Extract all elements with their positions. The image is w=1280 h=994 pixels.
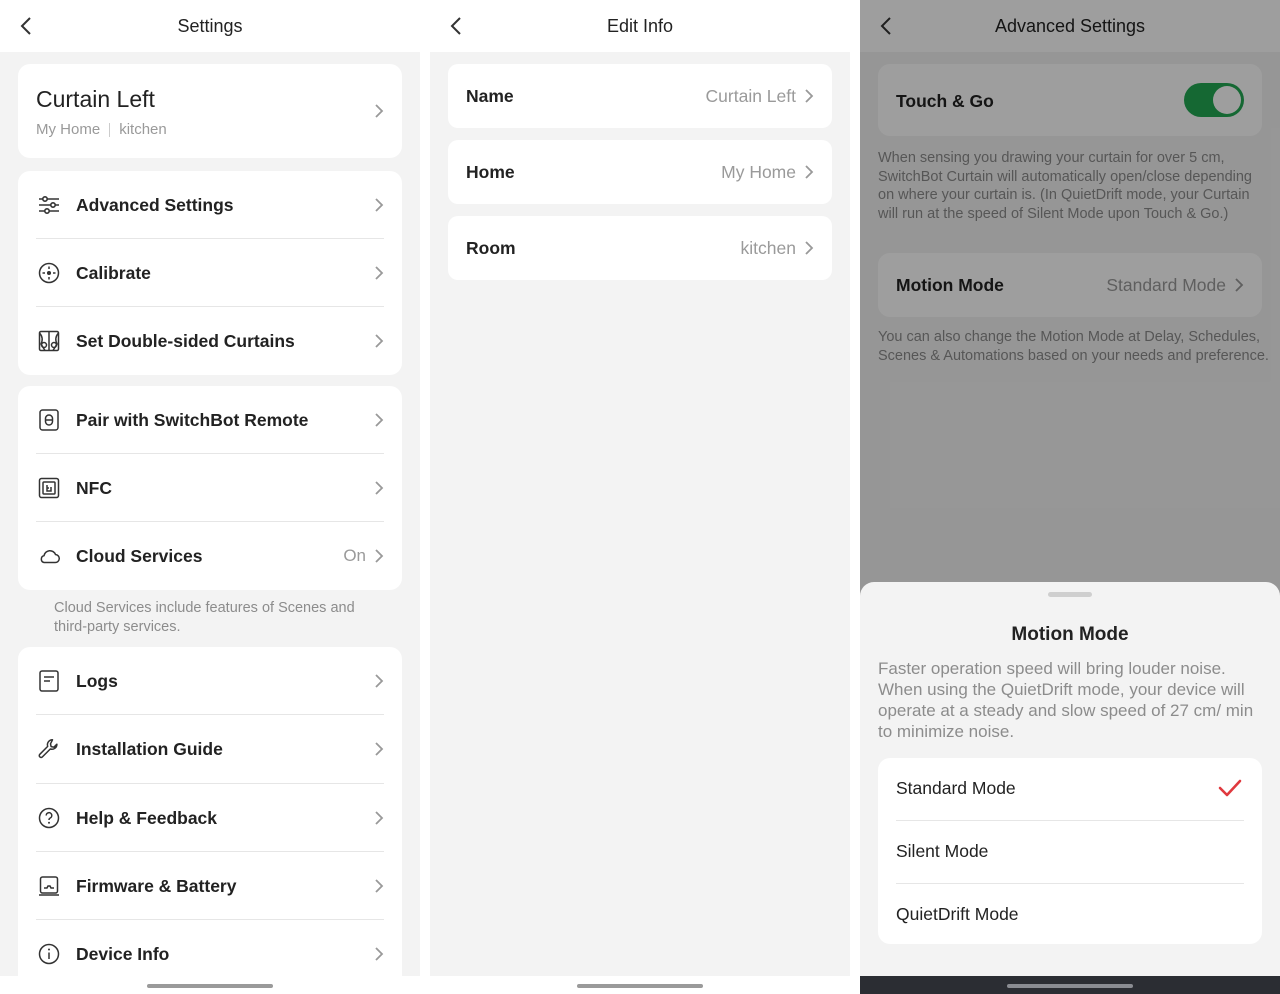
- chevron-right-icon: [375, 742, 384, 756]
- edit-info-screen: Edit Info Name Curtain Left Home My Home…: [430, 0, 850, 994]
- calibrate-icon: [38, 262, 60, 284]
- nfc-icon: [38, 477, 60, 499]
- cloud-status-value: On: [343, 546, 366, 565]
- firmware-icon: [39, 876, 59, 896]
- chevron-right-icon: [375, 198, 384, 212]
- help-icon: [38, 807, 60, 829]
- settings-screen: Settings Curtain Left My Home kitchen Ad…: [0, 0, 420, 994]
- checkmark-icon: [1218, 779, 1242, 797]
- room-row[interactable]: Room kitchen: [448, 216, 832, 280]
- chevron-right-icon: [805, 241, 814, 255]
- chevron-right-icon: [375, 266, 384, 280]
- option-quietdrift-mode[interactable]: QuietDrift Mode: [878, 884, 1262, 946]
- cloud-icon: [40, 549, 60, 564]
- home-indicator[interactable]: [577, 984, 703, 988]
- row-label: NFC: [76, 477, 112, 498]
- home-indicator[interactable]: [1007, 984, 1133, 988]
- calibrate-row[interactable]: Calibrate: [18, 239, 402, 307]
- double-sided-curtains-row[interactable]: Set Double-sided Curtains: [18, 307, 402, 375]
- wrench-icon: [38, 739, 58, 759]
- option-silent-mode[interactable]: Silent Mode: [878, 821, 1262, 883]
- page-title: Settings: [177, 15, 243, 36]
- room-value: kitchen: [740, 238, 796, 258]
- chevron-right-icon: [805, 89, 814, 103]
- nfc-row[interactable]: NFC: [18, 454, 402, 522]
- row-label: Help & Feedback: [76, 807, 218, 828]
- back-icon[interactable]: [446, 16, 466, 36]
- remote-icon: [39, 409, 59, 431]
- installation-guide-row[interactable]: Installation Guide: [18, 715, 402, 783]
- chevron-right-icon: [805, 165, 814, 179]
- name-value: Curtain Left: [705, 86, 796, 106]
- advanced-settings-screen: Advanced Settings Touch & Go When sensin…: [860, 0, 1280, 994]
- firmware-battery-row[interactable]: Firmware & Battery: [18, 852, 402, 920]
- separator: [109, 122, 111, 137]
- logs-icon: [39, 670, 59, 692]
- row-label: Home: [466, 162, 515, 182]
- row-label: Advanced Settings: [76, 194, 234, 215]
- option-label: QuietDrift Mode: [896, 904, 1019, 924]
- motion-mode-options: Standard Mode Silent Mode QuietDrift Mod…: [878, 758, 1262, 944]
- cloud-services-note: Cloud Services include features of Scene…: [54, 600, 355, 635]
- row-label: Firmware & Battery: [76, 875, 237, 896]
- motion-mode-sheet: Motion Mode Faster operation speed will …: [860, 582, 1280, 976]
- device-room: kitchen: [119, 121, 167, 138]
- home-indicator[interactable]: [147, 984, 273, 988]
- home-value: My Home: [721, 162, 796, 182]
- chevron-right-icon: [375, 879, 384, 893]
- info-icon: [38, 943, 60, 965]
- logs-row[interactable]: Logs: [18, 647, 402, 715]
- option-label: Standard Mode: [896, 778, 1016, 798]
- sheet-description: Faster operation speed will bring louder…: [878, 659, 1254, 741]
- gap: [850, 0, 860, 994]
- row-label: Name: [466, 86, 514, 106]
- chevron-right-icon: [375, 947, 384, 961]
- chevron-right-icon: [375, 811, 384, 825]
- sheet-drag-handle[interactable]: [1048, 592, 1092, 597]
- chevron-right-icon: [375, 334, 384, 348]
- help-feedback-row[interactable]: Help & Feedback: [18, 784, 402, 852]
- row-label: Set Double-sided Curtains: [76, 330, 295, 351]
- page-title: Edit Info: [606, 15, 674, 36]
- chevron-right-icon: [375, 413, 384, 427]
- back-icon[interactable]: [16, 16, 36, 36]
- sliders-icon: [39, 195, 59, 215]
- option-standard-mode[interactable]: Standard Mode: [878, 758, 1262, 820]
- sheet-title: Motion Mode: [1011, 624, 1129, 645]
- row-label: Calibrate: [76, 262, 151, 283]
- pair-remote-row[interactable]: Pair with SwitchBot Remote: [18, 386, 402, 454]
- advanced-settings-row[interactable]: Advanced Settings: [18, 171, 402, 239]
- home-row[interactable]: Home My Home: [448, 140, 832, 204]
- chevron-right-icon: [375, 104, 384, 118]
- row-label: Room: [466, 238, 516, 258]
- cloud-services-row[interactable]: Cloud Services On: [18, 522, 402, 590]
- connectivity-group: Pair with SwitchBot Remote NFC Cloud Ser…: [18, 386, 402, 590]
- chevron-right-icon: [375, 674, 384, 688]
- row-label: Logs: [76, 670, 118, 691]
- gap: [420, 0, 430, 994]
- device-card[interactable]: Curtain Left My Home kitchen: [18, 64, 402, 158]
- chevron-right-icon: [375, 549, 384, 563]
- chevron-right-icon: [375, 481, 384, 495]
- device-name: Curtain Left: [36, 86, 155, 112]
- edit-info-header: Edit Info: [430, 0, 850, 52]
- row-label: Installation Guide: [76, 738, 223, 759]
- row-label: Cloud Services: [76, 545, 203, 566]
- settings-header: Settings: [0, 0, 420, 52]
- double-curtain-icon: [38, 330, 60, 352]
- option-label: Silent Mode: [896, 841, 989, 861]
- name-row[interactable]: Name Curtain Left: [448, 64, 832, 128]
- device-settings-group: Advanced Settings Calibrate Set Double-s…: [18, 171, 402, 375]
- device-home: My Home: [36, 121, 101, 138]
- row-label: Device Info: [76, 943, 170, 964]
- row-label: Pair with SwitchBot Remote: [76, 409, 309, 430]
- support-group: Logs Installation Guide Help & Feedback …: [18, 647, 402, 994]
